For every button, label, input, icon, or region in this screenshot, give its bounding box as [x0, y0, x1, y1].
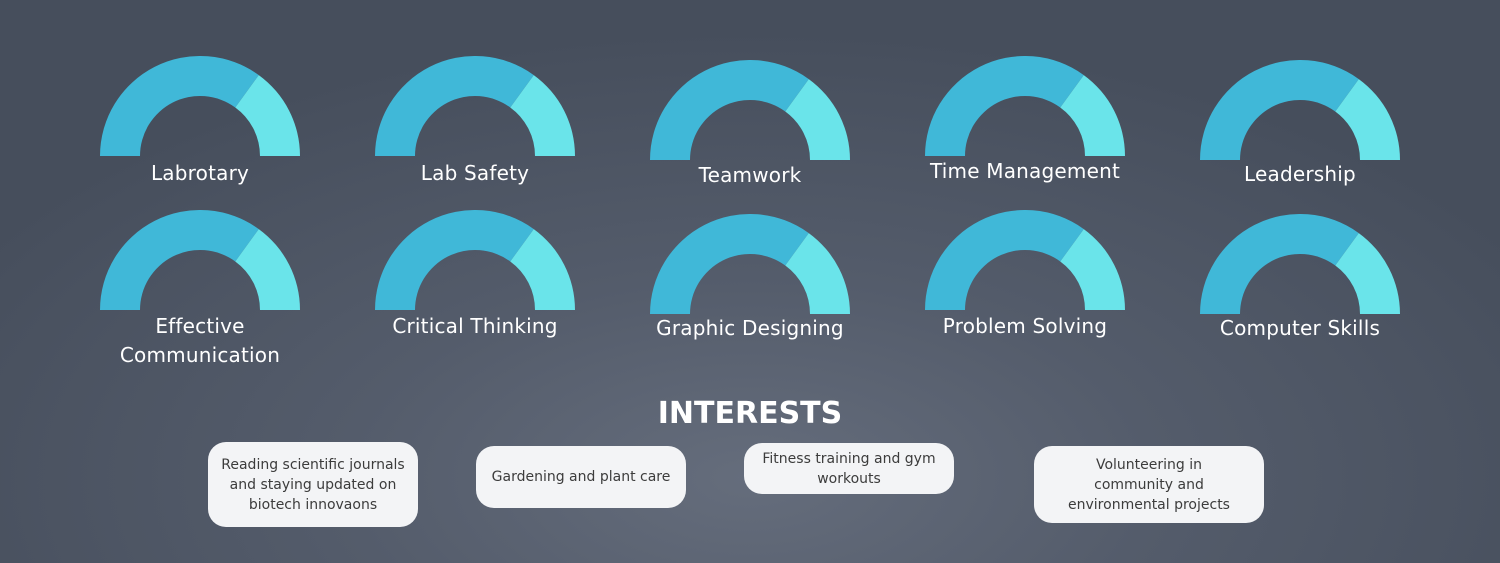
gauge-filled-arc	[925, 210, 1084, 310]
gauge-filled-arc	[925, 56, 1084, 156]
gauge-chart	[375, 210, 575, 310]
skill-label: Problem Solving	[942, 314, 1108, 338]
skill-label: Graphic Designing	[656, 316, 844, 340]
gauge-chart	[650, 214, 850, 314]
skill-gauge-critical-thinking: Critical Thinking	[375, 210, 575, 338]
gauge-chart	[100, 56, 300, 156]
gauge-chart	[925, 210, 1125, 310]
interest-item: Gardening and plant care	[476, 446, 686, 508]
gauge-chart	[100, 210, 300, 310]
skill-gauge-teamwork: Teamwork	[650, 60, 850, 187]
interests-heading: INTERESTS	[657, 396, 843, 431]
gauge-filled-arc	[650, 214, 809, 314]
gauge-chart	[925, 56, 1125, 156]
gauge-filled-arc	[100, 210, 259, 310]
skill-gauge-problem-solving: Problem Solving	[925, 210, 1125, 338]
interest-item: Reading scientific journals and staying …	[208, 442, 418, 527]
skill-gauge-leadership: Leadership	[1200, 60, 1400, 186]
gauge-filled-arc	[375, 56, 534, 156]
gauge-chart	[1200, 214, 1400, 314]
skill-label: Teamwork	[698, 163, 802, 187]
skill-label: Effective Communication	[119, 314, 281, 367]
gauge-filled-arc	[1200, 214, 1359, 314]
gauge-chart	[1200, 60, 1400, 160]
gauge-filled-arc	[650, 60, 809, 160]
skill-label: Time Management	[929, 159, 1121, 183]
gauge-filled-arc	[375, 210, 534, 310]
interest-item: Fitness training and gym workouts	[744, 443, 954, 494]
skill-gauge-time-management: Time Management	[925, 56, 1125, 183]
gauge-filled-arc	[1200, 60, 1359, 160]
skill-label: Critical Thinking	[392, 314, 558, 338]
gauge-chart	[650, 60, 850, 160]
skill-label: Computer Skills	[1219, 316, 1381, 340]
skill-label: Labrotary	[150, 161, 250, 185]
skill-gauge-laboratory: Labrotary	[100, 56, 300, 185]
skill-gauge-effective-communication: Effective Communication	[100, 210, 300, 367]
skill-gauge-lab-safety: Lab Safety	[375, 56, 575, 185]
skill-gauge-computer-skills: Computer Skills	[1200, 214, 1400, 340]
gauge-chart	[375, 56, 575, 156]
gauge-filled-arc	[100, 56, 259, 156]
skill-label: Leadership	[1244, 162, 1356, 186]
interest-item: Volunteering in community and environmen…	[1034, 446, 1264, 523]
skill-label: Lab Safety	[420, 161, 530, 185]
skill-gauge-graphic-designing: Graphic Designing	[650, 214, 850, 340]
